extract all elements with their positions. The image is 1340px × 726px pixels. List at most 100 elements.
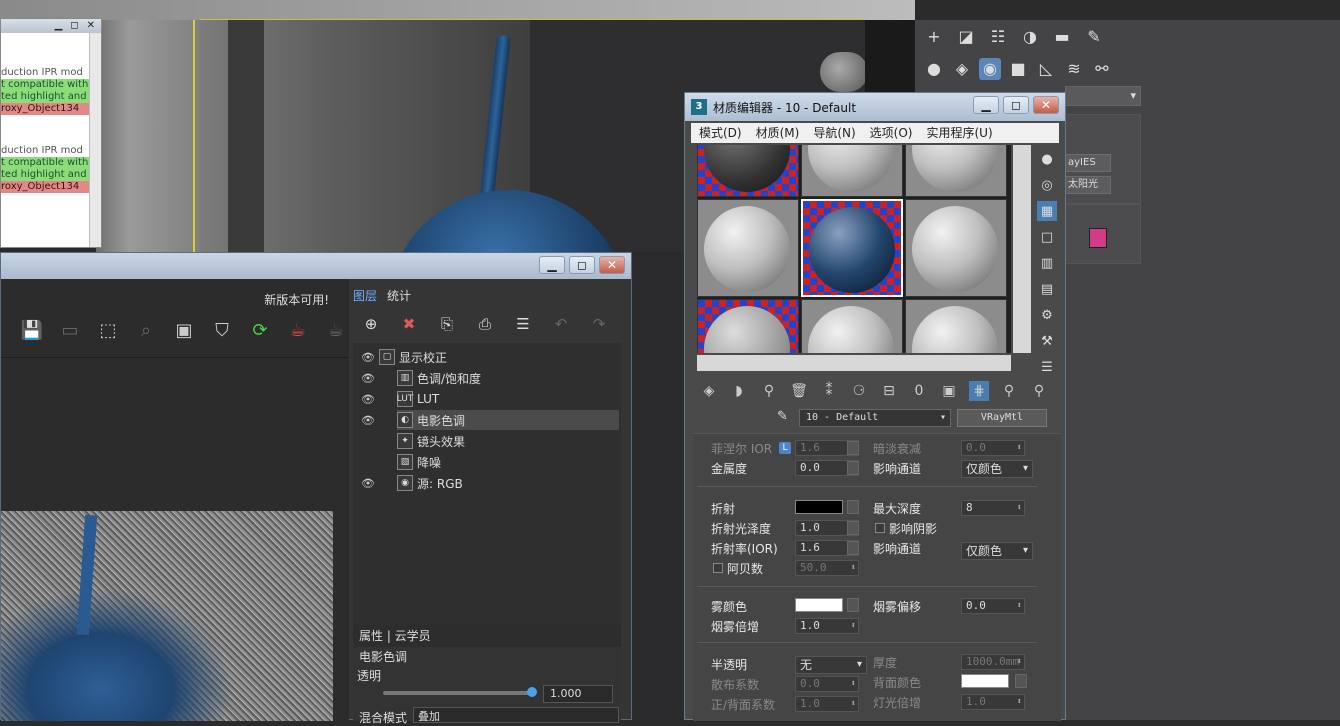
- eye-icon[interactable]: 👁: [361, 414, 375, 427]
- abbe-number-spinner[interactable]: 50.0: [795, 560, 859, 576]
- go-forward-sibling-icon[interactable]: ⚲: [1029, 381, 1049, 401]
- video-color-check-icon[interactable]: ▥: [1037, 253, 1057, 273]
- save-all-icon[interactable]: ▭: [57, 317, 83, 343]
- layer-item[interactable]: ▢ 显示校正: [379, 347, 619, 367]
- close-icon[interactable]: ✕: [599, 256, 625, 274]
- affect-channels-dropdown[interactable]: 仅颜色: [961, 460, 1033, 478]
- sample-type-icon[interactable]: ●: [1037, 149, 1057, 169]
- material-editor-titlebar[interactable]: 3 材质编辑器 - 10 - Default ▁ ◻ ✕: [685, 93, 1065, 121]
- make-unique-icon[interactable]: ⁑: [819, 381, 839, 401]
- vray-frame-buffer[interactable]: ▁ ◻ ✕ 新版本可用! 💾 ▭ ⬚ ⌕ ▣ ⛉ ⟳ ☕ ☕ 图层 统计 ⊕ ✖…: [0, 252, 632, 725]
- menu-material[interactable]: 材质(M): [756, 123, 800, 143]
- uv-tiling-icon[interactable]: □: [1037, 227, 1057, 247]
- reset-map-icon[interactable]: 🗑: [789, 381, 809, 401]
- max-depth-spinner[interactable]: 8: [961, 500, 1025, 516]
- minimize-icon[interactable]: ▁: [539, 256, 565, 274]
- fog-color-swatch[interactable]: [795, 598, 843, 612]
- material-id-icon[interactable]: ⊟: [879, 381, 899, 401]
- systems-icon[interactable]: ⚯: [1091, 58, 1113, 80]
- map-button[interactable]: [847, 598, 859, 612]
- map-button[interactable]: [847, 521, 859, 535]
- map-button[interactable]: [847, 441, 859, 455]
- eye-icon[interactable]: 👁: [361, 351, 375, 364]
- eye-icon[interactable]: 👁: [361, 477, 375, 490]
- layer-item[interactable]: ✦ 镜头效果: [397, 431, 619, 451]
- save-layers-icon[interactable]: ⎘: [435, 313, 459, 335]
- shapes-icon[interactable]: ◈: [951, 58, 973, 80]
- fog-bias-spinner[interactable]: 0.0: [961, 598, 1025, 614]
- refresh-icon[interactable]: ⟳: [247, 317, 273, 343]
- render-teapot-icon[interactable]: ☕: [285, 317, 311, 343]
- show-end-result-icon[interactable]: ⋕: [969, 381, 989, 401]
- layer-item[interactable]: LUT LUT: [397, 389, 619, 409]
- sample-slot[interactable]: [801, 145, 903, 197]
- material-editor-window[interactable]: 3 材质编辑器 - 10 - Default ▁ ◻ ✕ 模式(D) 材质(M)…: [684, 92, 1066, 721]
- slots-horizontal-scrollbar[interactable]: [697, 355, 1011, 371]
- sample-slot[interactable]: [801, 299, 903, 353]
- map-button[interactable]: [847, 541, 859, 555]
- thickness-spinner[interactable]: 1000.0mm: [961, 654, 1025, 670]
- layer-item[interactable]: ▥ 色调/饱和度: [397, 368, 619, 388]
- region-render-icon[interactable]: ⬚: [95, 317, 121, 343]
- maximize-icon[interactable]: ◻: [569, 256, 595, 274]
- redo-icon[interactable]: ↷: [587, 313, 611, 335]
- background-icon[interactable]: ▦: [1037, 201, 1057, 221]
- opacity-value[interactable]: 1.000: [543, 685, 613, 703]
- layer-item[interactable]: ◐ 电影色调: [397, 410, 619, 430]
- blend-mode-dropdown[interactable]: 叠加: [413, 707, 619, 723]
- light-type-dropdown[interactable]: [1065, 86, 1141, 106]
- menu-modes[interactable]: 模式(D): [699, 123, 742, 143]
- slots-vertical-scrollbar[interactable]: [1013, 145, 1031, 353]
- sample-slot[interactable]: [697, 199, 799, 297]
- sample-slot[interactable]: [905, 199, 1007, 297]
- assign-to-selection-icon[interactable]: ⚲: [759, 381, 779, 401]
- create-tab-icon[interactable]: +: [923, 26, 945, 48]
- menu-options[interactable]: 选项(O): [870, 123, 913, 143]
- helpers-icon[interactable]: ◺: [1035, 58, 1057, 80]
- motion-tab-icon[interactable]: ◑: [1019, 26, 1041, 48]
- layer-item[interactable]: ▧ 降噪: [397, 452, 619, 472]
- geometry-icon[interactable]: ●: [923, 58, 945, 80]
- minimize-icon[interactable]: ▁: [973, 96, 999, 114]
- go-to-parent-icon[interactable]: ⚲: [999, 381, 1019, 401]
- undo-icon[interactable]: ↶: [549, 313, 573, 335]
- vfb-titlebar[interactable]: ▁ ◻ ✕: [1, 253, 631, 279]
- maximize-icon[interactable]: ◻: [70, 19, 78, 33]
- maximize-icon[interactable]: ◻: [1003, 96, 1029, 114]
- back-color-swatch[interactable]: [961, 674, 1009, 688]
- object-color-swatch[interactable]: [1089, 228, 1107, 248]
- material-navigator-icon[interactable]: ☰: [1037, 357, 1057, 377]
- lights-icon[interactable]: ◉: [979, 58, 1001, 80]
- log-scrollbar[interactable]: [89, 33, 101, 247]
- show-shaded-icon[interactable]: ▣: [939, 381, 959, 401]
- backlight-icon[interactable]: ◎: [1037, 175, 1057, 195]
- lock-icon[interactable]: L: [779, 442, 791, 454]
- select-by-material-icon[interactable]: ⚒: [1037, 331, 1057, 351]
- light-multiplier-spinner[interactable]: 1.0: [961, 694, 1025, 710]
- sample-slot[interactable]: [905, 299, 1007, 353]
- map-button[interactable]: [847, 461, 859, 475]
- material-type-button[interactable]: VRayMtl: [957, 409, 1047, 427]
- eyedropper-icon[interactable]: ✎: [777, 409, 788, 424]
- layer-list-icon[interactable]: ☰: [511, 313, 535, 335]
- eye-icon[interactable]: 👁: [361, 393, 375, 406]
- affect-shadows-checkbox[interactable]: [875, 523, 885, 533]
- display-tab-icon[interactable]: ▬: [1051, 26, 1073, 48]
- vrayies-button[interactable]: ayIES: [1065, 154, 1111, 172]
- close-icon[interactable]: ✕: [1033, 96, 1059, 114]
- map-button[interactable]: [847, 500, 859, 514]
- map-button[interactable]: [1015, 674, 1027, 688]
- zoom-icon[interactable]: ⌕: [133, 317, 159, 343]
- fwd-back-coeff-spinner[interactable]: 1.0: [795, 696, 859, 712]
- opacity-slider-handle[interactable]: [526, 687, 537, 697]
- save-icon[interactable]: 💾: [19, 317, 45, 343]
- sample-slot-active[interactable]: [801, 199, 903, 297]
- track-mouse-icon[interactable]: ⛉: [209, 317, 235, 343]
- eye-icon[interactable]: 👁: [361, 372, 375, 385]
- affect-channels-dropdown-2[interactable]: 仅颜色: [961, 542, 1033, 560]
- layer-item[interactable]: ◉ 源: RGB: [397, 473, 619, 493]
- refraction-color-swatch[interactable]: [795, 500, 843, 514]
- sample-slot[interactable]: [697, 145, 799, 197]
- add-layer-icon[interactable]: ⊕: [359, 313, 383, 335]
- menu-navigation[interactable]: 导航(N): [813, 123, 855, 143]
